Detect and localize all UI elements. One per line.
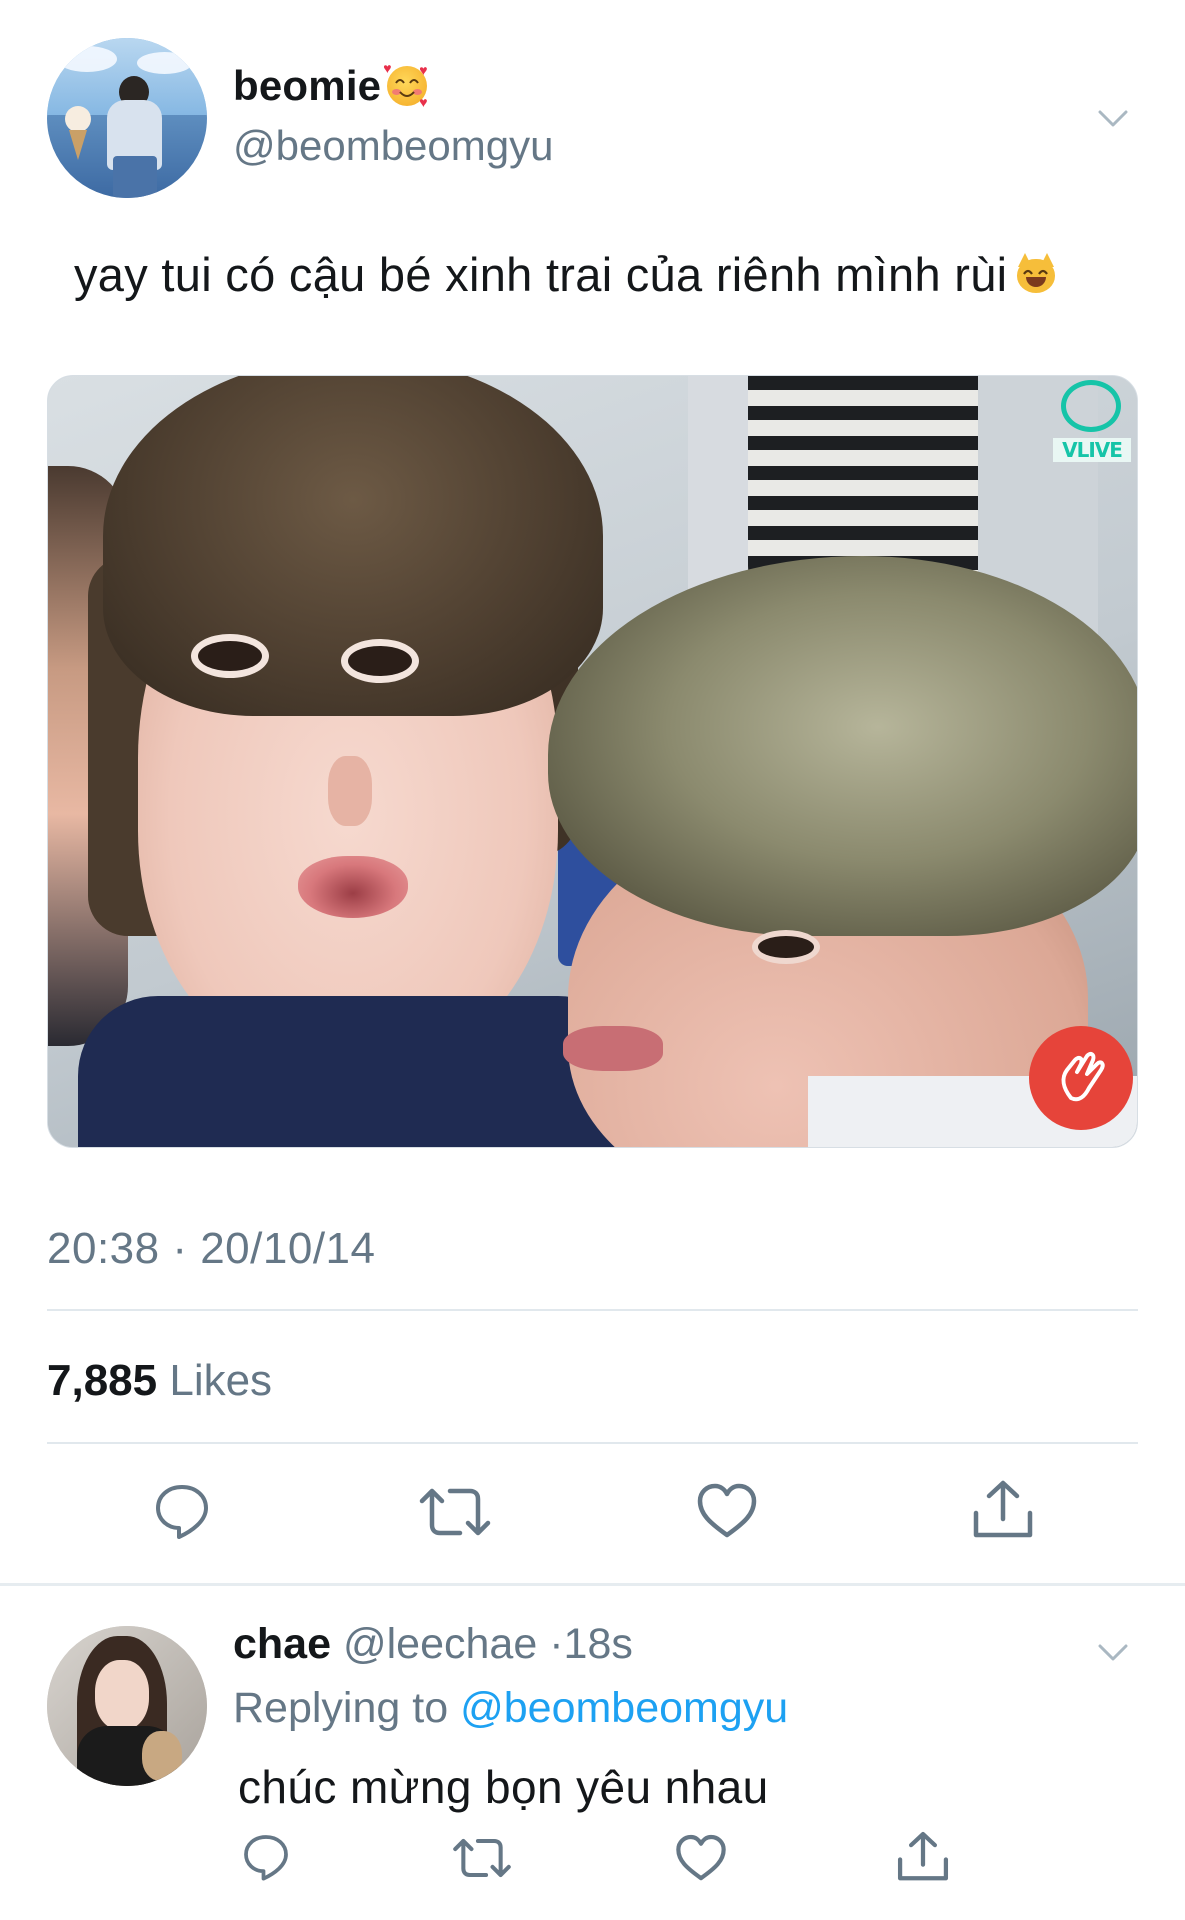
finger-heart-icon <box>1029 1026 1133 1130</box>
reply-time: 18s <box>563 1620 633 1668</box>
smiling-face-with-hearts-icon: ♥ ♥ ♥ <box>383 60 428 110</box>
chevron-down-icon[interactable] <box>1098 103 1128 133</box>
divider <box>47 1442 1138 1444</box>
heart-icon[interactable] <box>675 1834 727 1882</box>
replying-to-link[interactable]: @beombeomgyu <box>460 1684 788 1732</box>
author-name-row[interactable]: beomie ♥ ♥ ♥ <box>233 60 431 110</box>
tweet-text-content: yay tui có cậu bé xinh trai của riênh mì… <box>74 248 1008 301</box>
reply-text: chúc mừng bọn yêu nhau <box>238 1761 769 1813</box>
tweet-text: yay tui có cậu bé xinh trai của riênh mì… <box>74 247 1057 302</box>
reply-tweet[interactable]: chae @leechae ·18s Replying to @beombeom… <box>0 1586 1185 1920</box>
reply-handle[interactable]: @leechae <box>343 1620 537 1668</box>
reply-author-row: chae @leechae ·18s <box>233 1620 633 1669</box>
reply-meta-separator: · <box>549 1620 564 1668</box>
likes-count: 7,885 <box>47 1356 158 1405</box>
chevron-down-icon[interactable] <box>1098 1637 1128 1667</box>
replying-to-prefix: Replying to <box>233 1684 449 1732</box>
author-display-name[interactable]: beomie <box>233 62 381 110</box>
share-icon[interactable] <box>895 1830 951 1884</box>
author-avatar[interactable] <box>47 38 207 198</box>
vlive-label: VLIVE <box>1053 438 1131 462</box>
main-tweet: beomie ♥ ♥ ♥ @beombeomgyu yay tui có cậu… <box>0 0 1185 1585</box>
author-handle[interactable]: @beombeomgyu <box>233 122 553 170</box>
reply-display-name[interactable]: chae <box>233 1620 331 1668</box>
tweet-photo[interactable]: VLIVE <box>47 375 1138 1148</box>
retweet-icon[interactable] <box>418 1483 492 1541</box>
likes-label: Likes <box>169 1356 273 1405</box>
tweet-action-bar <box>0 1477 1185 1547</box>
tweet-timestamp[interactable]: 20:38 · 20/10/14 <box>47 1224 375 1274</box>
smiling-cat-face-icon <box>1015 253 1057 295</box>
heart-icon[interactable] <box>696 1483 758 1539</box>
share-icon[interactable] <box>970 1479 1036 1541</box>
retweet-icon[interactable] <box>452 1834 512 1882</box>
replying-to-line: Replying to @beombeomgyu <box>233 1684 788 1733</box>
vlive-logo: VLIVE <box>1053 380 1131 476</box>
reply-icon[interactable] <box>241 1832 291 1882</box>
likes-stat[interactable]: 7,885 Likes <box>47 1356 272 1406</box>
reply-author-avatar[interactable] <box>47 1626 207 1786</box>
reply-action-bar <box>0 1830 1185 1900</box>
reply-icon[interactable] <box>152 1481 212 1541</box>
divider <box>47 1309 1138 1311</box>
